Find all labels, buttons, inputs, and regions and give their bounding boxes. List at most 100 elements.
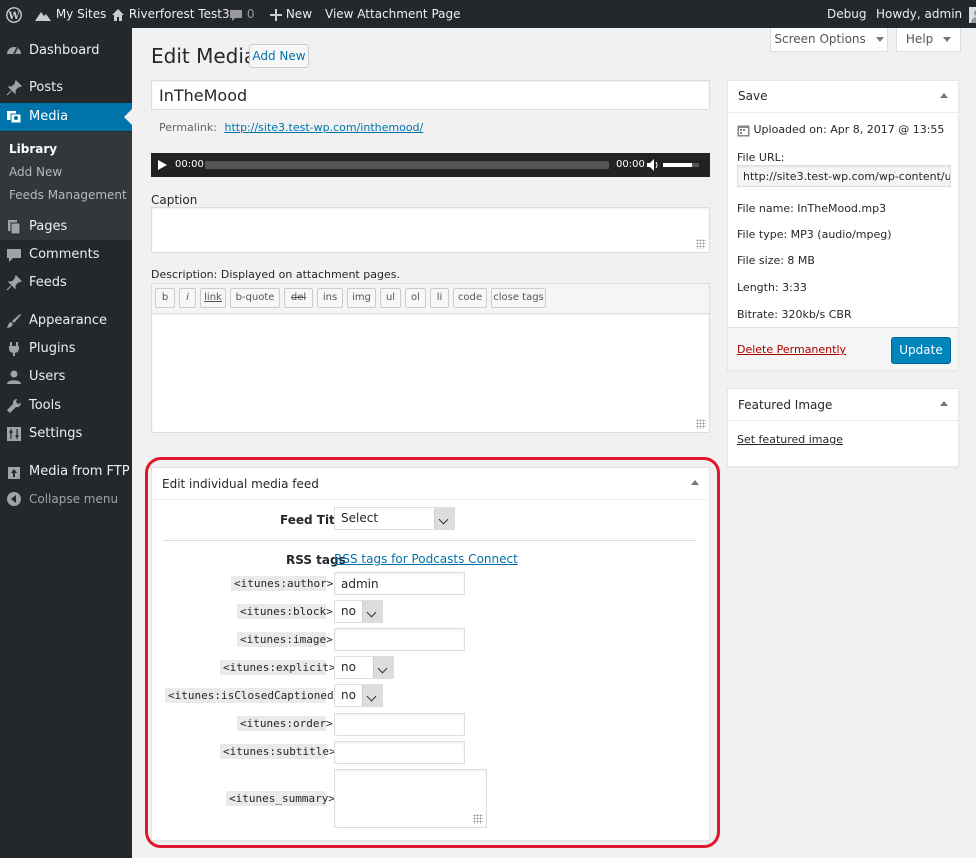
help-button[interactable]: Help xyxy=(896,28,961,52)
feed-title-select[interactable]: Select xyxy=(334,507,455,530)
play-icon[interactable] xyxy=(158,160,167,170)
my-sites-menu[interactable]: My Sites xyxy=(34,0,106,28)
quicktag-link-button[interactable]: link xyxy=(200,288,226,308)
sidebar-label-settings: Settings xyxy=(29,426,83,441)
submenu-add-new[interactable]: Add New xyxy=(9,165,62,179)
sidebar-label-dashboard: Dashboard xyxy=(29,43,100,58)
quicktag-img-button[interactable]: img xyxy=(347,288,376,308)
resize-handle-icon[interactable] xyxy=(473,814,483,824)
itunes-author-value: admin xyxy=(341,577,379,591)
volume-icon[interactable] xyxy=(647,159,659,171)
sidebar-item-tools[interactable]: Tools xyxy=(0,393,132,419)
description-textarea[interactable] xyxy=(151,313,710,433)
volume-fill xyxy=(663,163,692,167)
file-name: File name: InTheMood.mp3 xyxy=(737,202,887,215)
itunes-closed-captioned-select[interactable]: no xyxy=(334,684,383,707)
itunes-summary-label: <itunes_summary> xyxy=(226,791,335,806)
site-name-menu[interactable]: Riverforest Test3 xyxy=(111,0,230,28)
itunes-subtitle-input[interactable] xyxy=(334,741,465,764)
pushpin-icon xyxy=(6,80,22,96)
toggle-up-icon[interactable] xyxy=(691,480,699,485)
sidebar-item-posts[interactable]: Posts xyxy=(0,75,132,101)
comments-icon xyxy=(7,249,21,262)
quicktag-ul-button[interactable]: ul xyxy=(380,288,401,308)
save-box: Save Uploaded on: Apr 8, 2017 @ 13:55 Fi… xyxy=(727,80,959,371)
sidebar-item-plugins[interactable]: Plugins xyxy=(0,336,132,362)
file-size: File size: 8 MB xyxy=(737,254,815,267)
view-attachment-link[interactable]: View Attachment Page xyxy=(325,0,461,28)
account-menu[interactable]: Howdy, admin xyxy=(876,0,976,28)
submenu-library[interactable]: Library xyxy=(9,142,57,156)
caption-textarea[interactable] xyxy=(151,207,710,253)
users-icon xyxy=(7,370,21,384)
quicktag-ins-button[interactable]: ins xyxy=(317,288,343,308)
quicktag-code-button[interactable]: code xyxy=(453,288,487,308)
set-featured-image-link[interactable]: Set featured image xyxy=(737,433,843,446)
itunes-block-select[interactable]: no xyxy=(334,600,383,623)
uploaded-on-row: Uploaded on: Apr 8, 2017 @ 13:55 xyxy=(737,123,944,137)
progress-track[interactable] xyxy=(205,161,609,169)
quicktag-b-button[interactable]: b xyxy=(155,288,175,308)
screen-options-button[interactable]: Screen Options xyxy=(770,28,888,52)
itunes-order-input[interactable] xyxy=(334,713,465,736)
home-icon xyxy=(112,8,124,21)
file-url-input[interactable]: http://site3.test-wp.com/wp-content/u xyxy=(737,165,951,187)
description-label: Description: Displayed on attachment pag… xyxy=(151,268,400,281)
itunes-explicit-label: <itunes:explicit> xyxy=(220,660,336,675)
itunes-author-label: <itunes:author> xyxy=(231,576,333,591)
collapse-menu-label: Collapse menu xyxy=(29,492,119,506)
debug-menu[interactable]: Debug xyxy=(827,0,866,28)
collapse-arrow-icon xyxy=(7,492,21,506)
avatar xyxy=(968,6,976,23)
itunes-image-input[interactable] xyxy=(334,628,465,651)
sidebar-item-feeds[interactable]: Feeds xyxy=(0,270,132,296)
sidebar-item-media-from-ftp[interactable]: Media from FTP xyxy=(0,459,132,485)
quicktag-li-button[interactable]: li xyxy=(430,288,449,308)
itunes-author-input[interactable]: admin xyxy=(334,572,465,595)
sidebar-label-tools: Tools xyxy=(29,398,62,413)
quicktag-i-button[interactable]: i xyxy=(179,288,196,308)
featured-image-header[interactable]: Featured Image xyxy=(728,389,958,421)
wordpress-logo-icon[interactable]: W xyxy=(6,0,22,28)
sidebar-item-dashboard[interactable]: Dashboard xyxy=(0,38,132,64)
upload-icon xyxy=(8,467,20,479)
volume-track[interactable] xyxy=(663,163,699,167)
delete-permanently-link[interactable]: Delete Permanently xyxy=(737,343,846,356)
itunes-summary-textarea[interactable] xyxy=(334,769,487,828)
resize-handle-icon[interactable] xyxy=(696,239,706,249)
media-feed-header[interactable]: Edit individual media feed xyxy=(152,468,709,500)
add-new-button[interactable]: Add New xyxy=(249,44,309,68)
itunes-order-label: <itunes:order> xyxy=(237,716,333,731)
sidebar-label-media-from-ftp: Media from FTP xyxy=(29,464,130,479)
collapse-menu-button[interactable]: Collapse menu xyxy=(0,486,132,512)
sidebar-item-comments[interactable]: Comments xyxy=(0,242,132,268)
permalink-link[interactable]: http://site3.test-wp.com/inthemood/ xyxy=(224,121,423,134)
sidebar-item-settings[interactable]: Settings xyxy=(0,421,132,447)
resize-handle-icon[interactable] xyxy=(696,419,706,429)
chevron-down-icon xyxy=(434,508,454,529)
my-sites-icon xyxy=(35,11,51,21)
toggle-up-icon[interactable] xyxy=(940,401,948,406)
toggle-up-icon[interactable] xyxy=(940,93,948,98)
save-box-header[interactable]: Save xyxy=(728,81,958,113)
sidebar-item-appearance[interactable]: Appearance xyxy=(0,308,132,334)
itunes-explicit-select[interactable]: no xyxy=(334,656,394,679)
new-content-menu[interactable]: New xyxy=(270,0,312,28)
rss-tags-link[interactable]: RSS tags for Podcasts Connect xyxy=(334,552,518,566)
quicktag-close-tags-button[interactable]: close tags xyxy=(491,288,546,308)
screen-options-label: Screen Options xyxy=(774,32,866,46)
itunes-block-label: <itunes:block> xyxy=(237,604,333,619)
sidebar-item-pages[interactable]: Pages xyxy=(0,214,132,240)
sidebar-item-users[interactable]: Users xyxy=(0,364,132,390)
submenu-feeds-management[interactable]: Feeds Management xyxy=(9,188,127,202)
admin-bar: W My Sites Riverforest Test3 0 New View … xyxy=(0,0,976,28)
comments-menu[interactable]: 0 xyxy=(229,0,254,28)
duration-time: 00:00 xyxy=(616,159,645,170)
quicktag-ol-button[interactable]: ol xyxy=(405,288,426,308)
quicktag-b-quote-button[interactable]: b-quote xyxy=(230,288,280,308)
quicktag-del-button[interactable]: del xyxy=(284,288,313,308)
update-button[interactable]: Update xyxy=(891,337,951,364)
chevron-down-icon xyxy=(362,601,382,622)
title-input[interactable]: InTheMood xyxy=(151,80,710,110)
sidebar-item-media[interactable]: Media xyxy=(0,103,132,131)
